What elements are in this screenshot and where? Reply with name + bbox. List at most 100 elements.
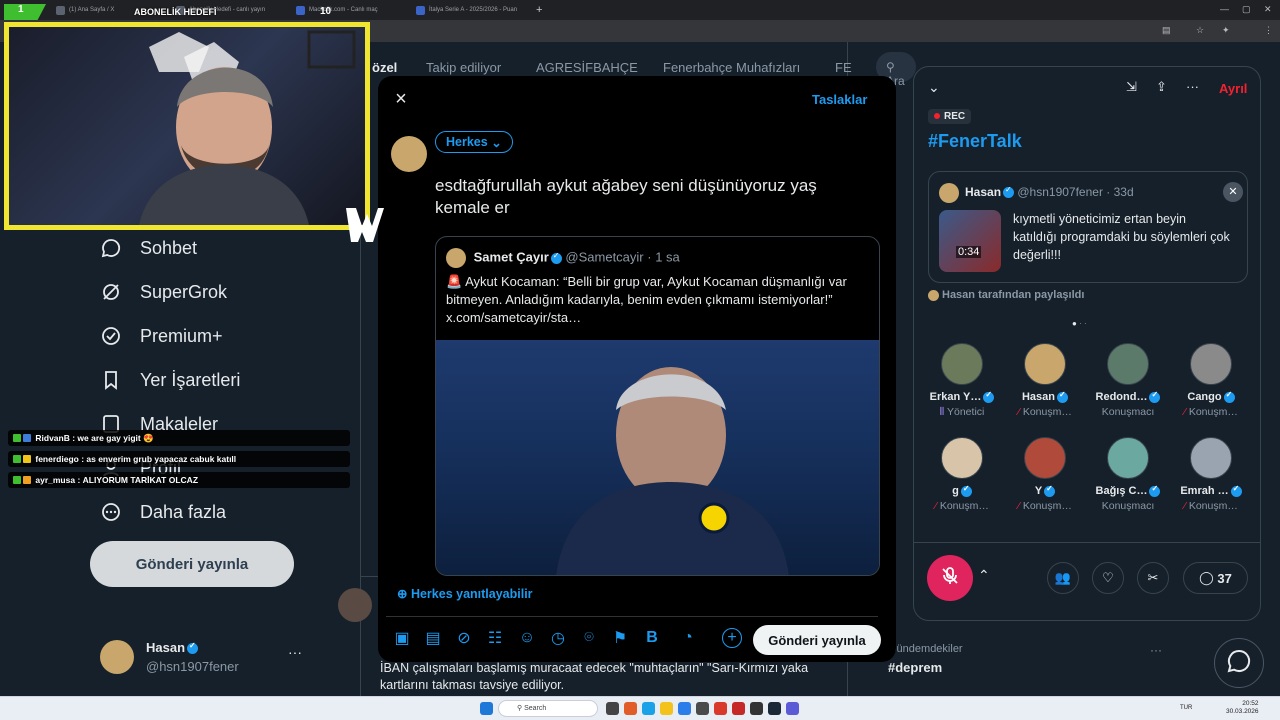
audience-selector[interactable]: Herkes ⌄	[435, 131, 513, 153]
nav-item-chat[interactable]: Sohbet	[100, 237, 197, 259]
maximize-icon[interactable]: ▢	[1242, 4, 1251, 15]
video-thumbnail[interactable]: 0:34	[939, 210, 1001, 272]
x-favicon-icon	[56, 5, 65, 15]
tab-fb-muhafizlari[interactable]: Fenerbahçe Muhafızları	[663, 60, 800, 75]
gif-icon[interactable]: ▤	[423, 628, 443, 648]
verified-icon	[983, 391, 995, 403]
grok-icon[interactable]: ⊘	[454, 628, 474, 648]
flag-icon[interactable]: ⚑	[610, 628, 630, 648]
speaker[interactable]: g ⁄ Konuşm…	[922, 437, 1002, 512]
space-panel: ⌄ ⇲ ⇪ ··· Ayrıl REC #FenerTalk Hasan @hs…	[913, 66, 1261, 621]
emoji-icon[interactable]: ☺	[517, 628, 537, 648]
nav-item-bookmarks[interactable]: Yer İşaretleri	[100, 369, 240, 391]
more-icon[interactable]: ···	[288, 644, 302, 660]
browser-tab[interactable]: İtalya Serie A - 2025/2026 - Puan	[408, 0, 528, 20]
minimize-space-icon[interactable]: ⇲	[1126, 79, 1137, 95]
trend-more-icon[interactable]: ···	[1150, 643, 1162, 657]
tab-following[interactable]: Takip ediliyor	[426, 60, 501, 75]
tab-agresifbahce[interactable]: AGRESİFBAHÇE	[536, 60, 638, 75]
post-button[interactable]: Gönderi yayınla	[90, 541, 294, 587]
stream-logo-icon	[344, 206, 386, 244]
quoted-post-image[interactable]	[436, 340, 879, 575]
app-icon[interactable]	[786, 702, 799, 715]
chevron-down-icon[interactable]: ⌄	[928, 79, 940, 96]
speaker[interactable]: Cango ⁄ Konuşm…	[1171, 343, 1251, 418]
trend-tag[interactable]: #deprem	[888, 660, 942, 675]
extensions-icon[interactable]: ▤	[1162, 25, 1171, 36]
location-icon[interactable]: ⌾	[579, 628, 599, 648]
nav-item-more[interactable]: Daha fazla	[100, 501, 226, 523]
browser-tab[interactable]: Mackolik.com - Canlı maç	[288, 0, 408, 20]
app-icon[interactable]	[732, 702, 745, 715]
compose-toolbar: ▣ ▤ ⊘ ☷ ☺ ◷ ⌾ ⚑ B ◔ +	[392, 628, 742, 650]
app-icon[interactable]	[714, 702, 727, 715]
submit-post-button[interactable]: Gönderi yayınla	[753, 625, 881, 655]
close-icon[interactable]: ×	[390, 88, 412, 110]
more-icon[interactable]: ···	[1186, 79, 1199, 94]
speaker[interactable]: Hasan ⁄ Konuşm…	[1005, 343, 1085, 418]
image-icon[interactable]: ▣	[392, 628, 412, 648]
close-icon[interactable]: ✕	[1223, 182, 1243, 202]
steam-icon[interactable]	[768, 702, 781, 715]
mic-toggle-button[interactable]	[927, 555, 973, 601]
taskbar-search[interactable]: ⚲ Search	[498, 700, 598, 717]
pinned-header: Hasan @hsn1907fener · 33d	[965, 185, 1134, 199]
app-icon[interactable]	[696, 702, 709, 715]
drafts-link[interactable]: Taslaklar	[812, 92, 867, 107]
puzzle-icon[interactable]: ✦	[1222, 25, 1230, 36]
taskbar-clock[interactable]: 20:52 30.03.2026	[1226, 700, 1259, 716]
clip-button[interactable]: ✂	[1137, 562, 1169, 594]
badge-icon	[13, 455, 21, 463]
nav-item-supergrok[interactable]: SuperGrok	[100, 281, 227, 303]
speaker[interactable]: Bağış C… Konuşmacı	[1088, 437, 1168, 512]
speaker[interactable]: Redond… Konuşmacı	[1088, 343, 1168, 418]
minimize-icon[interactable]: —	[1220, 4, 1229, 14]
tab-ozel[interactable]: özel	[372, 60, 397, 75]
avatar	[928, 289, 939, 301]
close-window-icon[interactable]: ✕	[1264, 4, 1272, 15]
speaker-role: ⦀ Yönetici	[939, 406, 985, 418]
pinned-post[interactable]: Hasan @hsn1907fener · 33d ✕ 0:34 kıymetl…	[928, 171, 1248, 283]
reply-setting[interactable]: ⊕ Herkes yanıtlayabilir	[397, 586, 533, 601]
language-indicator[interactable]: TUR	[1180, 705, 1192, 711]
account-switcher[interactable]: Hasan @hsn1907fener ···	[98, 636, 338, 680]
avatar	[391, 136, 427, 172]
folder-icon[interactable]	[660, 702, 673, 715]
avatar	[1107, 343, 1149, 385]
replies-button[interactable]: ◯ 37	[1183, 562, 1248, 594]
chat-message: ayr_musa : ALIYORUM TARİKAT OLCAZ	[8, 472, 350, 488]
bookmark-star-icon[interactable]: ☆	[1196, 25, 1204, 36]
compose-textarea[interactable]: esdtağfurullah aykut ağabey seni düşünüy…	[435, 175, 855, 219]
start-icon[interactable]	[480, 702, 493, 715]
avatar	[941, 343, 983, 385]
nav-item-premium[interactable]: Premium+	[100, 325, 223, 347]
bold-icon[interactable]: B	[642, 628, 662, 648]
speaker[interactable]: Emrah … ⁄ Konuşm…	[1171, 437, 1251, 512]
webcam-scene-illustration	[139, 30, 356, 225]
share-icon[interactable]: ⇪	[1156, 79, 1167, 95]
app-icon[interactable]	[624, 702, 637, 715]
schedule-icon[interactable]: ◷	[548, 628, 568, 648]
chevron-up-icon[interactable]: ⌃	[978, 567, 990, 584]
react-button[interactable]: ♡	[1092, 562, 1124, 594]
speaker-name: g	[922, 485, 1002, 497]
leave-space-button[interactable]: Ayrıl	[1219, 81, 1247, 96]
speaker[interactable]: Y ⁄ Konuşm…	[1005, 437, 1085, 512]
poll-icon[interactable]: ☷	[485, 628, 505, 648]
app-icon[interactable]	[678, 702, 691, 715]
add-post-icon[interactable]: +	[722, 628, 742, 648]
people-button[interactable]: 👥	[1047, 562, 1079, 594]
app-icon[interactable]	[750, 702, 763, 715]
speaker[interactable]: Erkan Y… ⦀ Yönetici	[922, 343, 1002, 419]
new-tab-button[interactable]: +	[528, 0, 548, 20]
menu-dots-icon[interactable]: ⋮	[1264, 25, 1273, 36]
chat-bubble-icon	[100, 237, 122, 259]
app-icon[interactable]	[642, 702, 655, 715]
task-view-icon[interactable]	[606, 702, 619, 715]
speaker-name: Redond…	[1088, 391, 1168, 403]
messages-fab[interactable]	[1214, 638, 1264, 688]
quoted-post[interactable]: Samet Çayır @Sametcayir · 1 sa 🚨 Aykut K…	[435, 236, 880, 576]
speaker-name: Erkan Y…	[922, 391, 1002, 403]
verified-icon	[1149, 391, 1161, 403]
message-bubble-icon	[1226, 648, 1252, 679]
